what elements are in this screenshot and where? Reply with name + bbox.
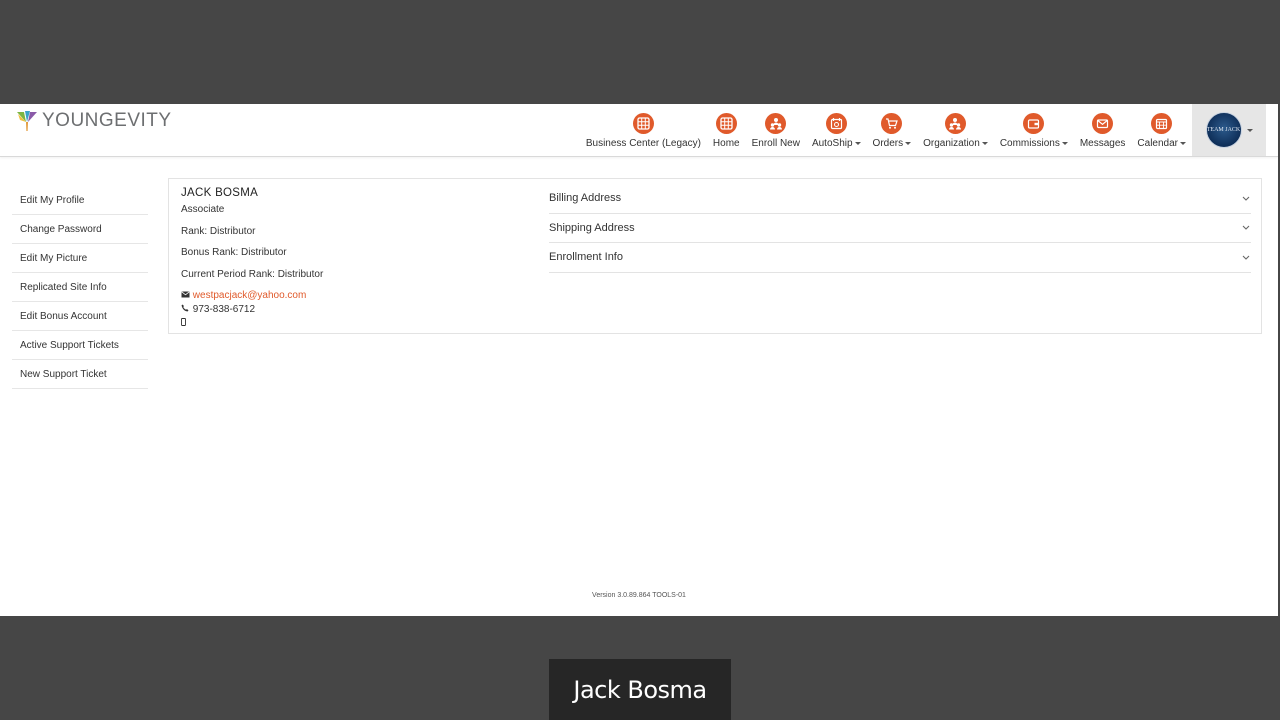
accordion-label: Enrollment Info bbox=[549, 251, 623, 264]
nav-label: Home bbox=[712, 138, 740, 149]
autoship-icon bbox=[825, 113, 847, 134]
version-footer: Version 3.0.89.864 TOOLS-01 bbox=[592, 592, 686, 599]
nav-label: Calendar bbox=[1137, 138, 1186, 149]
profile-name: JACK BOSMA bbox=[181, 187, 259, 199]
chevron-down-icon bbox=[905, 142, 912, 145]
profile-mobile-row bbox=[181, 318, 190, 329]
chevron-down-icon bbox=[1180, 142, 1186, 145]
accordion-billing-address[interactable]: Billing Address bbox=[549, 184, 1251, 214]
profile-email-row: westpacjack@yahoo.com bbox=[181, 290, 306, 301]
mobile-icon bbox=[181, 318, 190, 328]
nav-label: Messages bbox=[1079, 138, 1126, 149]
top-navigation-bar: YOUNGEVITY Business Center (Legacy) Home… bbox=[0, 104, 1278, 157]
grid-icon bbox=[632, 113, 654, 134]
accordion-shipping-address[interactable]: Shipping Address bbox=[549, 214, 1251, 243]
chevron-down-icon bbox=[1061, 142, 1068, 145]
nav-label: Enroll New bbox=[751, 138, 800, 149]
envelope-icon bbox=[1092, 113, 1114, 134]
main-nav: Business Center (Legacy) Home Enroll New… bbox=[580, 104, 1192, 156]
avatar: TEAM JACK bbox=[1205, 112, 1242, 148]
chevron-down-icon bbox=[981, 142, 988, 145]
chevron-down-icon bbox=[1241, 223, 1251, 233]
wallet-icon bbox=[1023, 113, 1045, 134]
calendar-icon bbox=[1151, 113, 1173, 134]
nav-label: Organization bbox=[923, 138, 988, 149]
profile-phone-row: 973-838-6712 bbox=[181, 304, 255, 315]
profile-phone: 973-838-6712 bbox=[192, 304, 256, 315]
sidebar-item-replicated-site[interactable]: Replicated Site Info bbox=[12, 273, 148, 302]
profile-bonus-rank: Bonus Rank: Distributor bbox=[181, 247, 287, 258]
nav-autoship[interactable]: AutoShip bbox=[806, 104, 867, 149]
profile-rank: Rank: Distributor bbox=[181, 226, 256, 237]
nav-enroll-new[interactable]: Enroll New bbox=[746, 104, 806, 149]
address-accordion: Billing Address Shipping Address Enrollm… bbox=[549, 184, 1251, 273]
nav-label: Commissions bbox=[1000, 138, 1068, 149]
video-caption: Jack Bosma bbox=[549, 659, 731, 720]
sidebar-item-active-tickets[interactable]: Active Support Tickets bbox=[12, 331, 148, 360]
sidebar-item-change-password[interactable]: Change Password bbox=[12, 215, 148, 244]
nav-label: Business Center (Legacy) bbox=[585, 138, 701, 149]
nav-messages[interactable]: Messages bbox=[1074, 104, 1132, 149]
chevron-down-icon bbox=[1246, 128, 1253, 132]
nav-orders[interactable]: Orders bbox=[867, 104, 918, 149]
org-icon bbox=[944, 113, 966, 134]
accordion-label: Shipping Address bbox=[549, 221, 635, 234]
grid-icon bbox=[715, 113, 737, 134]
account-sidebar: Edit My Profile Change Password Edit My … bbox=[12, 186, 148, 389]
profile-email-link[interactable]: westpacjack@yahoo.com bbox=[193, 290, 307, 301]
nav-label: Orders bbox=[873, 138, 912, 149]
nav-home[interactable]: Home bbox=[707, 104, 746, 149]
cart-icon bbox=[881, 113, 903, 134]
brand-name: YOUNGEVITY bbox=[42, 110, 172, 131]
chevron-down-icon bbox=[1241, 252, 1251, 262]
profile-title: Associate bbox=[181, 204, 225, 215]
nav-organization[interactable]: Organization bbox=[917, 104, 994, 149]
phone-icon bbox=[181, 304, 190, 314]
chevron-down-icon bbox=[854, 142, 861, 145]
nav-calendar[interactable]: Calendar bbox=[1131, 104, 1192, 149]
nav-label: AutoShip bbox=[812, 138, 861, 149]
profile-menu-button[interactable]: TEAM JACK bbox=[1192, 104, 1266, 156]
people-icon bbox=[765, 113, 787, 134]
envelope-icon bbox=[181, 291, 190, 300]
nav-commissions[interactable]: Commissions bbox=[994, 104, 1074, 149]
nav-business-center[interactable]: Business Center (Legacy) bbox=[580, 104, 707, 149]
profile-current-period-rank: Current Period Rank: Distributor bbox=[181, 269, 324, 280]
caption-text: Jack Bosma bbox=[573, 675, 707, 704]
chevron-down-icon bbox=[1241, 193, 1251, 203]
sidebar-item-edit-bonus-account[interactable]: Edit Bonus Account bbox=[12, 302, 148, 331]
profile-panel: JACK BOSMA Associate Rank: Distributor B… bbox=[168, 178, 1262, 334]
youngevity-logo[interactable]: YOUNGEVITY bbox=[16, 109, 172, 133]
app-window: YOUNGEVITY Business Center (Legacy) Home… bbox=[0, 104, 1278, 616]
accordion-enrollment-info[interactable]: Enrollment Info bbox=[549, 243, 1251, 273]
sidebar-item-new-ticket[interactable]: New Support Ticket bbox=[12, 360, 148, 389]
accordion-label: Billing Address bbox=[549, 192, 622, 205]
avatar-text: TEAM JACK bbox=[1206, 126, 1241, 133]
sidebar-item-edit-profile[interactable]: Edit My Profile bbox=[12, 186, 148, 215]
logo-mark-icon bbox=[17, 111, 37, 131]
sidebar-item-edit-picture[interactable]: Edit My Picture bbox=[12, 244, 148, 273]
